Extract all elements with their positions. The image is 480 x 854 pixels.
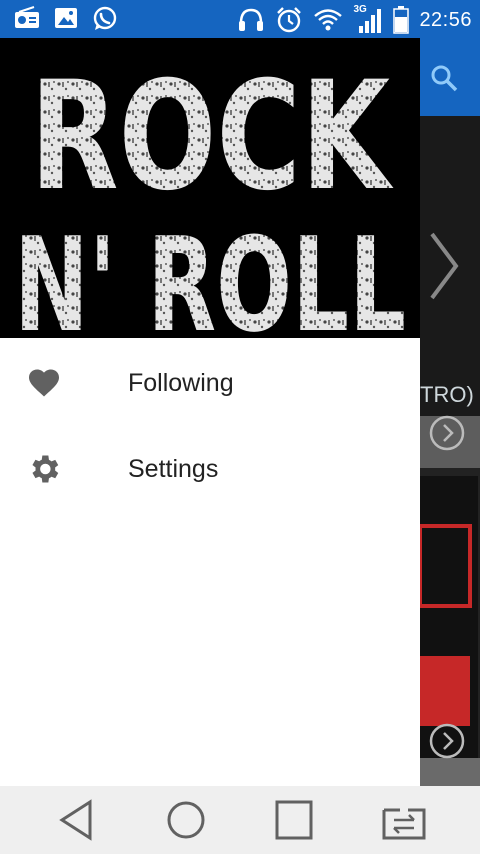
gear-icon: [32, 455, 59, 483]
back-icon[interactable]: [54, 798, 102, 842]
drawer-item-label: Settings: [128, 454, 219, 483]
search-icon[interactable]: [428, 62, 460, 94]
status-right-icons: 3G 22:56: [237, 4, 472, 34]
wifi-icon: [314, 9, 343, 31]
status-time: 22:56: [419, 8, 472, 31]
recents-icon[interactable]: [270, 798, 318, 842]
status-left-icons: [14, 6, 118, 32]
signal-icon: [359, 9, 382, 33]
home-icon[interactable]: [162, 798, 210, 842]
drawer-item-settings[interactable]: Settings: [0, 426, 420, 512]
background-app-bar: [420, 38, 480, 116]
radio-icon: [15, 6, 39, 28]
artwork-line-1: ROCK: [30, 50, 394, 224]
image-icon: [55, 8, 77, 28]
station-logo-fragment: [420, 524, 472, 726]
headset-icon: [239, 8, 264, 31]
drawer-header-art: ROCK N' ROLL: [0, 38, 420, 338]
whatsapp-icon: [93, 6, 117, 30]
chevron-right-icon[interactable]: [424, 226, 464, 306]
arrow-circle-icon[interactable]: [428, 414, 466, 452]
arrow-circle-icon[interactable]: [428, 722, 466, 760]
alarm-icon: [277, 7, 302, 33]
battery-icon: [393, 6, 410, 34]
drawer-item-following[interactable]: Following: [0, 340, 420, 426]
navigation-drawer: ROCK N' ROLL Following Settings: [0, 38, 420, 786]
system-navigation-bar: [0, 786, 480, 854]
background-partial-text: TRO): [420, 382, 474, 407]
screen-switch-icon[interactable]: [380, 798, 428, 842]
background-content: TRO): [420, 38, 480, 786]
rock-n-roll-artwork: ROCK N' ROLL: [14, 50, 406, 338]
heart-icon: [29, 369, 59, 397]
artwork-line-2: N' ROLL: [14, 209, 406, 338]
drawer-item-label: Following: [128, 368, 234, 397]
signal-indicator: 3G: [353, 4, 383, 34]
status-bar: 3G 22:56: [0, 0, 480, 38]
background-card-footer-2: [420, 723, 480, 786]
background-card-footer: [420, 414, 480, 468]
